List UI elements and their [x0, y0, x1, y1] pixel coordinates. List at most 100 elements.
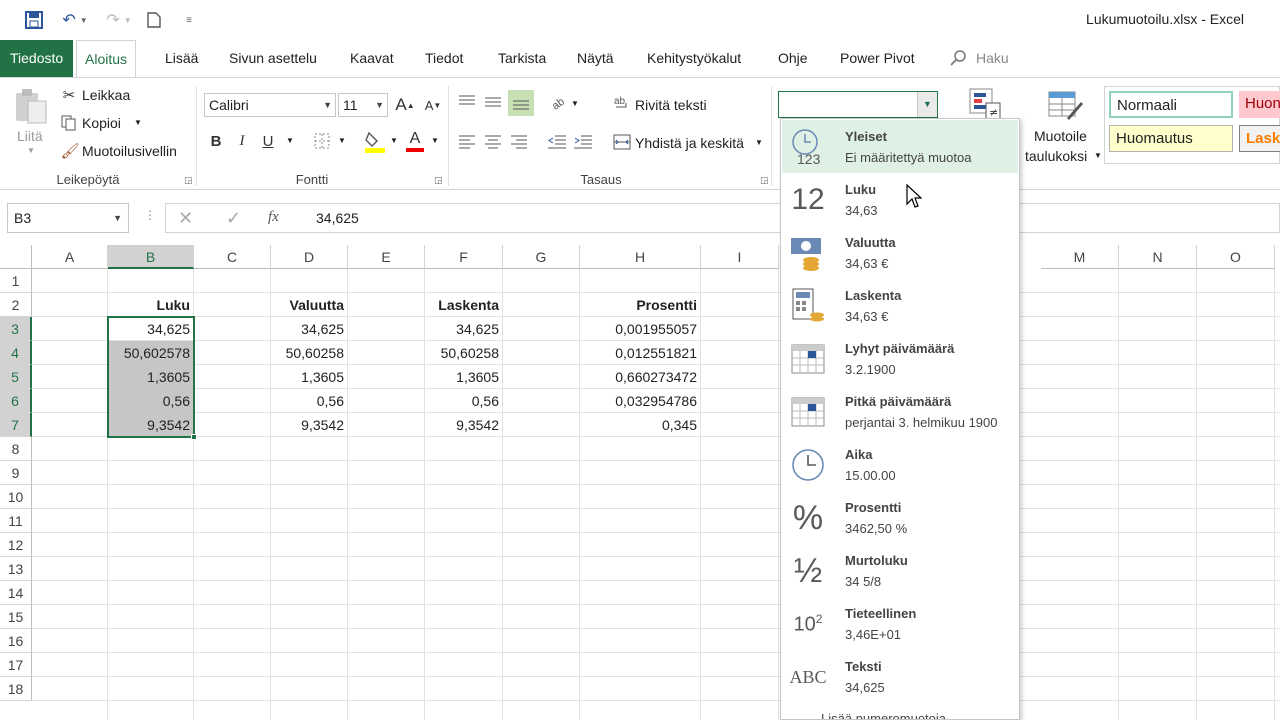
cell-d7[interactable]: 9,3542 — [271, 413, 348, 437]
formula-input-area[interactable]: ✕ ✓ fx 34,625 — [165, 203, 1280, 233]
row-header-5[interactable]: 5 — [0, 365, 32, 389]
align-bottom-icon[interactable] — [508, 90, 534, 116]
column-header-h[interactable]: H — [580, 245, 701, 269]
chevron-down-icon[interactable]: ▼ — [917, 92, 937, 117]
increase-indent-icon[interactable] — [572, 132, 594, 152]
decrease-indent-icon[interactable] — [546, 132, 568, 152]
formula-value[interactable]: 34,625 — [316, 204, 359, 232]
cell-d5[interactable]: 1,3605 — [271, 365, 348, 389]
tab-help[interactable]: Ohje — [770, 40, 816, 77]
format-item-10[interactable]: 102 Tieteellinen 3,46E+01 — [782, 597, 1018, 650]
format-item-5[interactable]: Lyhyt päivämäärä 3.2.1900 — [782, 332, 1018, 385]
row-header-6[interactable]: 6 — [0, 389, 32, 413]
italic-button[interactable]: I — [232, 130, 252, 152]
shrink-font-button[interactable]: A ▼ — [422, 94, 444, 116]
row-header-12[interactable]: 12 — [0, 533, 32, 557]
column-header-e[interactable]: E — [348, 245, 425, 269]
format-item-7[interactable]: Aika 15.00.00 — [782, 438, 1018, 491]
style-note[interactable]: Huomautus — [1109, 125, 1233, 152]
paste-icon[interactable] — [12, 86, 50, 126]
style-calculation[interactable]: Laskenta — [1239, 125, 1280, 152]
wrap-text-button[interactable]: Rivitä teksti — [635, 97, 707, 113]
row-header-4[interactable]: 4 — [0, 341, 32, 365]
row-header-18[interactable]: 18 — [0, 677, 32, 701]
cell-b2[interactable]: Luku — [108, 293, 194, 317]
new-document-icon[interactable] — [144, 8, 164, 32]
more-options-icon[interactable]: ⋮ — [144, 208, 156, 222]
column-header-g[interactable]: G — [503, 245, 580, 269]
column-header-b[interactable]: B — [108, 245, 194, 269]
format-as-table-label[interactable]: Muotoile — [1034, 128, 1087, 144]
undo-icon[interactable]: ↶ ▼ — [58, 8, 92, 32]
row-header-15[interactable]: 15 — [0, 605, 32, 629]
align-top-icon[interactable] — [456, 92, 478, 112]
customize-qat-icon[interactable]: ≡ — [182, 8, 196, 32]
name-box[interactable]: B3 ▼ — [7, 203, 129, 233]
format-item-1[interactable]: 123 Yleiset Ei määritettyä muotoa — [782, 120, 1018, 173]
font-size-combo[interactable]: 11 ▼ — [338, 93, 388, 117]
cancel-icon[interactable]: ✕ — [178, 208, 193, 229]
cell-h7[interactable]: 0,345 — [580, 413, 701, 437]
format-painter-button[interactable]: Muotoilusivellin — [82, 143, 177, 159]
tab-file[interactable]: Tiedosto — [0, 40, 74, 77]
redo-icon[interactable]: ↷ ▼ — [102, 8, 136, 32]
tab-power-pivot[interactable]: Power Pivot — [832, 40, 923, 77]
merge-dropdown-icon[interactable]: ▼ — [755, 138, 763, 147]
paste-dropdown-icon[interactable]: ▼ — [27, 146, 35, 155]
align-left-icon[interactable] — [456, 132, 478, 152]
cell-h4[interactable]: 0,012551821 — [580, 341, 701, 365]
clipboard-launcher-icon[interactable]: ◲ — [184, 175, 194, 185]
cell-b6[interactable]: 0,56 — [108, 389, 194, 413]
borders-icon[interactable] — [310, 130, 334, 152]
cell-f5[interactable]: 1,3605 — [425, 365, 503, 389]
row-header-11[interactable]: 11 — [0, 509, 32, 533]
alignment-launcher-icon[interactable]: ◲ — [760, 175, 770, 185]
borders-dropdown-icon[interactable]: ▼ — [338, 136, 346, 145]
column-header-d[interactable]: D — [271, 245, 348, 269]
column-header-a[interactable]: A — [32, 245, 108, 269]
cell-h5[interactable]: 0,660273472 — [580, 365, 701, 389]
align-center-icon[interactable] — [482, 132, 504, 152]
copy-button[interactable]: Kopioi — [82, 115, 121, 131]
select-all-corner[interactable] — [0, 245, 32, 269]
column-header-m[interactable]: M — [1041, 245, 1119, 269]
cell-d2[interactable]: Valuutta — [271, 293, 348, 317]
cell-b7[interactable]: 9,3542 — [108, 413, 194, 437]
copy-dropdown-icon[interactable]: ▼ — [134, 118, 142, 127]
grow-font-button[interactable]: A ▲ — [394, 94, 416, 116]
font-color-dropdown-icon[interactable]: ▼ — [431, 136, 439, 145]
column-header-c[interactable]: C — [194, 245, 271, 269]
bold-button[interactable]: B — [206, 130, 226, 152]
search-box[interactable]: Haku — [968, 40, 1017, 77]
format-as-table-label-2[interactable]: taulukoksi — [1025, 148, 1087, 164]
column-header-n[interactable]: N — [1119, 245, 1197, 269]
cell-f6[interactable]: 0,56 — [425, 389, 503, 413]
column-header-i[interactable]: I — [701, 245, 779, 269]
fx-icon[interactable]: fx — [268, 209, 279, 226]
underline-button[interactable]: U — [258, 130, 278, 152]
row-header-10[interactable]: 10 — [0, 485, 32, 509]
merge-center-button[interactable]: Yhdistä ja keskitä — [635, 135, 744, 151]
row-header-9[interactable]: 9 — [0, 461, 32, 485]
paste-label[interactable]: Liitä — [17, 128, 43, 144]
cell-f4[interactable]: 50,60258 — [425, 341, 503, 365]
save-icon[interactable] — [22, 8, 46, 32]
orientation-icon[interactable]: ab — [546, 92, 570, 112]
format-item-8[interactable]: % Prosentti 3462,50 % — [782, 491, 1018, 544]
format-as-table-dropdown-icon[interactable]: ▼ — [1094, 151, 1102, 160]
orientation-dropdown-icon[interactable]: ▼ — [571, 99, 579, 108]
tab-view[interactable]: Näytä — [569, 40, 622, 77]
format-as-table-icon[interactable] — [1046, 86, 1084, 126]
row-header-7[interactable]: 7 — [0, 413, 32, 437]
cell-h3[interactable]: 0,001955057 — [580, 317, 701, 341]
row-header-2[interactable]: 2 — [0, 293, 32, 317]
format-item-11[interactable]: ABC Teksti 34,625 — [782, 650, 1018, 703]
fill-color-icon[interactable] — [363, 128, 387, 154]
tab-home[interactable]: Aloitus — [76, 40, 137, 78]
row-header-1[interactable]: 1 — [0, 269, 32, 293]
underline-dropdown-icon[interactable]: ▼ — [286, 136, 294, 145]
column-header-o[interactable]: O — [1197, 245, 1275, 269]
cell-f7[interactable]: 9,3542 — [425, 413, 503, 437]
fill-handle[interactable] — [191, 434, 197, 440]
cell-f2[interactable]: Laskenta — [425, 293, 503, 317]
